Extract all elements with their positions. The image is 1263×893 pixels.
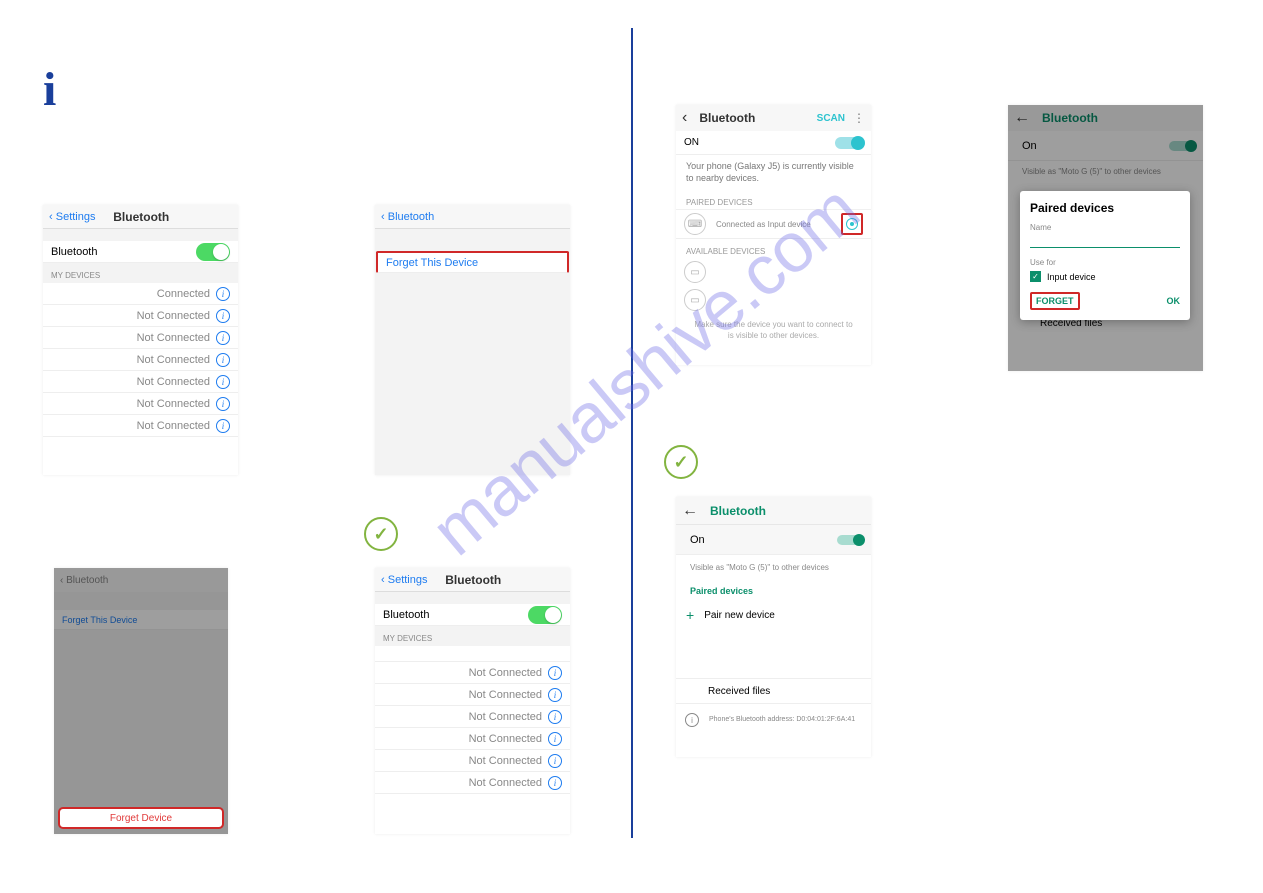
back-button[interactable]: ‹ Settings <box>381 574 427 586</box>
available-device-row[interactable]: ▭ <box>676 258 871 286</box>
visibility-text: Your phone (Galaxy J5) is currently visi… <box>676 155 871 190</box>
gear-icon[interactable] <box>841 213 863 235</box>
page-title: Bluetooth <box>699 111 755 125</box>
device-row[interactable]: Not Connectedi <box>375 706 570 728</box>
ios-forget-confirm: ‹ Bluetooth Forget This Device Forget De… <box>54 568 228 834</box>
info-icon[interactable]: i <box>548 732 562 746</box>
bluetooth-label: Bluetooth <box>51 246 97 258</box>
nav-bar: ‹ Bluetooth <box>375 205 570 229</box>
toggle-on[interactable] <box>196 243 230 261</box>
info-icon[interactable]: i <box>548 710 562 724</box>
android-moto-dialog: ← Bluetooth On Visible as "Moto G (5)" t… <box>1008 105 1203 371</box>
device-row[interactable]: Not Connectedi <box>375 750 570 772</box>
forget-device-button[interactable]: Forget Device <box>58 807 224 829</box>
pair-new-row[interactable]: + Pair new device <box>676 602 871 628</box>
name-input[interactable] <box>1030 232 1180 248</box>
device-row[interactable]: Not Connectedi <box>43 393 238 415</box>
info-icon[interactable]: i <box>216 287 230 301</box>
forget-button[interactable]: FORGET <box>1030 292 1080 310</box>
info-icon[interactable]: i <box>216 309 230 323</box>
scan-button[interactable]: SCAN <box>817 113 845 124</box>
ios-bluetooth-result: ‹ Settings Bluetooth Bluetooth MY DEVICE… <box>375 568 570 834</box>
device-row[interactable]: Not Connectedi <box>43 349 238 371</box>
available-device-row[interactable]: ▭ <box>676 286 871 314</box>
info-icon[interactable]: i <box>548 688 562 702</box>
info-icon: i <box>685 713 699 727</box>
app-bar: ← Bluetooth <box>676 497 871 525</box>
hint-text: Make sure the device you want to connect… <box>676 314 871 347</box>
plus-icon: + <box>686 607 694 623</box>
page-title: Bluetooth <box>710 504 766 518</box>
back-button[interactable]: ‹ <box>682 109 687 127</box>
device-row[interactable]: Not Connectedi <box>43 371 238 393</box>
menu-icon[interactable]: ⋮ <box>853 111 865 125</box>
use-for-label: Use for <box>1030 258 1180 267</box>
toggle-on[interactable] <box>528 606 562 624</box>
section-header: MY DEVICES <box>375 626 570 646</box>
bluetooth-label: Bluetooth <box>383 609 429 621</box>
received-files-row[interactable]: Received files <box>676 678 871 704</box>
check-icon: ✓ <box>664 445 698 479</box>
back-button[interactable]: ← <box>682 502 698 520</box>
section-header: PAIRED DEVICES <box>676 190 871 209</box>
bt-address-row: i Phone's Bluetooth address: D0:04:01:2F… <box>676 704 871 736</box>
name-label: Name <box>1030 223 1180 232</box>
bluetooth-toggle-row[interactable]: Bluetooth <box>43 241 238 263</box>
dim-overlay <box>54 568 228 834</box>
app-bar: ‹ Bluetooth SCAN ⋮ <box>676 105 871 131</box>
device-icon: ▭ <box>684 261 706 283</box>
bluetooth-toggle-row[interactable]: On <box>676 525 871 555</box>
vertical-separator <box>631 28 633 838</box>
paired-devices-dialog: Paired devices Name Use for ✓ Input devi… <box>1020 191 1190 320</box>
device-row[interactable]: Not Connectedi <box>375 728 570 750</box>
device-row[interactable]: Not Connectedi <box>43 327 238 349</box>
toggle-on[interactable] <box>837 535 863 545</box>
device-row[interactable]: Not Connectedi <box>375 684 570 706</box>
paired-header: Paired devices <box>676 580 871 602</box>
info-icon[interactable]: i <box>548 666 562 680</box>
info-icon[interactable]: i <box>216 419 230 433</box>
info-icon[interactable]: i <box>548 776 562 790</box>
page-title: Bluetooth <box>445 573 501 587</box>
keyboard-icon: ⌨ <box>684 213 706 235</box>
ok-button[interactable]: OK <box>1167 296 1181 306</box>
section-header: MY DEVICES <box>43 263 238 283</box>
info-icon[interactable]: i <box>216 353 230 367</box>
device-row[interactable]: Not Connectedi <box>375 662 570 684</box>
bluetooth-toggle-row[interactable]: Bluetooth <box>375 604 570 626</box>
device-icon: ▭ <box>684 289 706 311</box>
input-device-checkbox[interactable]: ✓ Input device <box>1030 271 1180 282</box>
android-samsung-bluetooth: ‹ Bluetooth SCAN ⋮ ON Your phone (Galaxy… <box>676 105 871 365</box>
info-icon[interactable]: i <box>216 375 230 389</box>
back-button[interactable]: ‹ Settings <box>49 211 95 223</box>
android-moto-bluetooth: ← Bluetooth On Visible as "Moto G (5)" t… <box>676 497 871 757</box>
nav-bar: ‹ Settings Bluetooth <box>375 568 570 592</box>
dialog-title: Paired devices <box>1030 201 1180 215</box>
back-button[interactable]: ‹ Bluetooth <box>381 211 434 223</box>
bluetooth-toggle-row[interactable]: ON <box>676 131 871 155</box>
device-row[interactable]: Not Connectedi <box>375 772 570 794</box>
ios-bluetooth-settings: ‹ Settings Bluetooth Bluetooth MY DEVICE… <box>43 205 238 475</box>
device-row-connected[interactable]: Connected i <box>43 283 238 305</box>
device-row[interactable]: Not Connectedi <box>43 305 238 327</box>
info-icon[interactable]: i <box>548 754 562 768</box>
visibility-text: Visible as "Moto G (5)" to other devices <box>676 555 871 580</box>
toggle-on[interactable] <box>835 137 863 149</box>
section-header: AVAILABLE DEVICES <box>676 239 871 258</box>
check-icon: ✓ <box>364 517 398 551</box>
info-icon[interactable]: i <box>216 397 230 411</box>
nav-bar: ‹ Settings Bluetooth <box>43 205 238 229</box>
device-row[interactable]: Not Connectedi <box>43 415 238 437</box>
forget-this-device-row[interactable]: Forget This Device <box>376 251 569 273</box>
ios-forget-screen: ‹ Bluetooth Forget This Device <box>375 205 570 475</box>
info-icon: i <box>43 62 56 117</box>
page-title: Bluetooth <box>113 210 169 224</box>
paired-device-row[interactable]: ⌨ Connected as Input device <box>676 209 871 239</box>
info-icon[interactable]: i <box>216 331 230 345</box>
